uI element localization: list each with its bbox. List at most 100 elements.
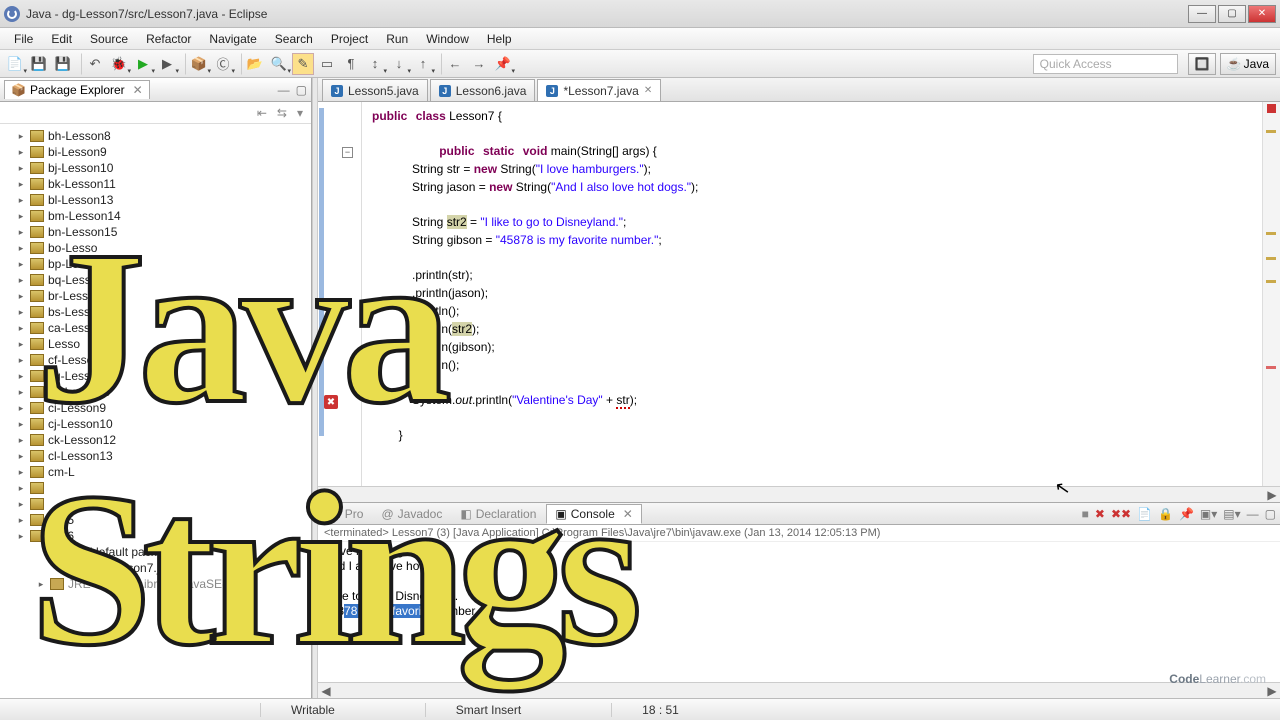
tree-item[interactable]: ▸ca-Lesso xyxy=(2,320,309,336)
tree-item[interactable]: ▸bh-Lesson8 xyxy=(2,128,309,144)
tree-item[interactable]: ▸bl-Lesson13 xyxy=(2,192,309,208)
tree-item[interactable]: ▸cm-L xyxy=(2,464,309,480)
tree-item[interactable]: ▸ Lesso xyxy=(2,336,309,352)
quick-access-input[interactable]: Quick Access xyxy=(1033,54,1178,74)
menu-source[interactable]: Source xyxy=(82,30,136,48)
console-tab[interactable]: ▣Console✕ xyxy=(546,504,641,524)
toggle-mark-icon[interactable]: ✎ xyxy=(292,53,314,75)
tree-item[interactable]: ▸son5 xyxy=(2,512,309,528)
close-icon[interactable]: ✕ xyxy=(133,83,143,97)
tree-item[interactable]: ▸br-Lesso xyxy=(2,288,309,304)
run-icon[interactable]: ▶ xyxy=(132,53,154,75)
tree-item[interactable]: ▸ci-Lesson9 xyxy=(2,400,309,416)
pin-icon[interactable]: 📌 xyxy=(492,53,514,75)
tree-item[interactable]: ▸bn-Lesson15 xyxy=(2,224,309,240)
editor-hscrollbar[interactable]: ◀▶ xyxy=(318,486,1280,502)
declaration-tab[interactable]: ◧Declaration xyxy=(452,505,544,523)
tree-item[interactable]: ▸ck-Lesson12 xyxy=(2,432,309,448)
console-hscrollbar[interactable]: ◀▶ xyxy=(318,682,1280,698)
minimize-button[interactable]: — xyxy=(1188,5,1216,23)
javadoc-tab[interactable]: @Javadoc xyxy=(373,505,450,523)
remove-launch-icon[interactable]: ✖ xyxy=(1095,507,1105,521)
menu-run[interactable]: Run xyxy=(378,30,416,48)
undo-icon[interactable]: ↶ xyxy=(84,53,106,75)
tree-item[interactable]: ▸cf-Lesson6 xyxy=(2,352,309,368)
view-menu-icon[interactable]: ▾ xyxy=(297,106,303,120)
tree-item[interactable]: ▸cg-Lesson7 xyxy=(2,368,309,384)
problems-tab[interactable]: ⚠Pro xyxy=(322,505,371,523)
terminate-icon[interactable]: ■ xyxy=(1082,507,1089,521)
code-area[interactable]: public class Lesson7 { public static voi… xyxy=(362,102,1262,486)
maximize-button[interactable]: ▢ xyxy=(1218,5,1246,23)
open-type-icon[interactable]: 📂 xyxy=(244,53,266,75)
close-icon[interactable]: ✕ xyxy=(623,507,633,521)
package-explorer-tab[interactable]: 📦 Package Explorer ✕ xyxy=(4,80,150,99)
tree-item[interactable]: ▸ xyxy=(2,496,309,512)
console-output[interactable]: I love hamburgers. And I also love hot d… xyxy=(318,542,1280,682)
error-marker-icon[interactable]: ✖ xyxy=(324,395,338,409)
maximize-view-icon[interactable]: ▢ xyxy=(1265,507,1276,521)
minimize-view-icon[interactable]: — xyxy=(278,83,290,97)
tree-item[interactable]: ▸bk-Lesson11 xyxy=(2,176,309,192)
open-console-icon[interactable]: ▤▾ xyxy=(1223,507,1240,521)
editor-tab-lesson7[interactable]: *Lesson7.java✕ xyxy=(537,79,661,101)
prev-annotation-icon[interactable]: ↑ xyxy=(412,53,434,75)
new-class-icon[interactable]: Ⓒ xyxy=(212,53,234,75)
java-perspective-button[interactable]: ☕Java xyxy=(1220,53,1276,75)
display-console-icon[interactable]: ▣▾ xyxy=(1200,507,1217,521)
tree-item[interactable]: ▸bq-Lesso xyxy=(2,272,309,288)
tree-item[interactable]: ▸cl-Lesson13 xyxy=(2,448,309,464)
menu-window[interactable]: Window xyxy=(418,30,477,48)
save-icon[interactable]: 💾 xyxy=(28,53,50,75)
tree-item-jre[interactable]: ▸JRE System Library [JavaSE-1.7] xyxy=(2,576,309,592)
collapse-all-icon[interactable]: ⇤ xyxy=(257,106,267,120)
tree-item[interactable]: ▸son6 xyxy=(2,528,309,544)
tree-item[interactable]: ▸ xyxy=(2,480,309,496)
tree-item[interactable]: ▸ch-Lesson8 xyxy=(2,384,309,400)
tree-item[interactable]: ▸bo-Lesso xyxy=(2,240,309,256)
back-icon[interactable]: ← xyxy=(444,53,466,75)
tree-item-file[interactable]: Lesson7.java xyxy=(2,560,309,576)
menu-refactor[interactable]: Refactor xyxy=(138,30,199,48)
tree-item[interactable]: ▸bs-Lesso xyxy=(2,304,309,320)
forward-icon[interactable]: → xyxy=(468,53,490,75)
toggle-block-icon[interactable]: ▭ xyxy=(316,53,338,75)
tree-item[interactable]: ▸bm-Lesson14 xyxy=(2,208,309,224)
scroll-lock-icon[interactable]: 🔒 xyxy=(1158,507,1173,521)
tree-item-package[interactable]: ▾(default package) xyxy=(2,544,309,560)
debug-icon[interactable]: 🐞 xyxy=(108,53,130,75)
fold-toggle-icon[interactable]: − xyxy=(342,147,353,158)
overview-ruler[interactable] xyxy=(1262,102,1280,486)
clear-console-icon[interactable]: 📄 xyxy=(1137,507,1152,521)
run-last-icon[interactable]: ▶ xyxy=(156,53,178,75)
close-button[interactable]: ✕ xyxy=(1248,5,1276,23)
tree-item[interactable]: ▸bj-Lesson10 xyxy=(2,160,309,176)
editor-tab-lesson6[interactable]: Lesson6.java xyxy=(430,79,536,101)
link-editor-icon[interactable]: ⇆ xyxy=(277,106,287,120)
tree-item[interactable]: ▸bp-Lesso xyxy=(2,256,309,272)
remove-all-icon[interactable]: ✖✖ xyxy=(1111,507,1131,521)
new-package-icon[interactable]: 📦 xyxy=(188,53,210,75)
menu-search[interactable]: Search xyxy=(267,30,321,48)
editor-gutter[interactable]: − ✖ xyxy=(318,102,362,486)
code-editor[interactable]: − ✖ public class Lesson7 { public static… xyxy=(318,102,1280,486)
menu-file[interactable]: File xyxy=(6,30,41,48)
annotation-nav-icon[interactable]: ↕ xyxy=(364,53,386,75)
minimize-view-icon[interactable]: — xyxy=(1247,507,1259,521)
pin-console-icon[interactable]: 📌 xyxy=(1179,507,1194,521)
next-annotation-icon[interactable]: ↓ xyxy=(388,53,410,75)
package-tree[interactable]: ▸bh-Lesson8▸bi-Lesson9▸bj-Lesson10▸bk-Le… xyxy=(0,124,311,698)
tree-item[interactable]: ▸bi-Lesson9 xyxy=(2,144,309,160)
menu-help[interactable]: Help xyxy=(479,30,520,48)
tree-item[interactable]: ▸cj-Lesson10 xyxy=(2,416,309,432)
maximize-view-icon[interactable]: ▢ xyxy=(296,83,307,97)
menu-edit[interactable]: Edit xyxy=(43,30,80,48)
editor-tab-lesson5[interactable]: Lesson5.java xyxy=(322,79,428,101)
open-perspective-button[interactable]: 🔲 xyxy=(1188,53,1216,75)
show-whitespace-icon[interactable]: ¶ xyxy=(340,53,362,75)
search-icon[interactable]: 🔍 xyxy=(268,53,290,75)
new-icon[interactable]: 📄 xyxy=(4,53,26,75)
close-icon[interactable]: ✕ xyxy=(644,85,652,96)
menu-navigate[interactable]: Navigate xyxy=(201,30,264,48)
save-all-icon[interactable]: 💾 xyxy=(52,53,74,75)
